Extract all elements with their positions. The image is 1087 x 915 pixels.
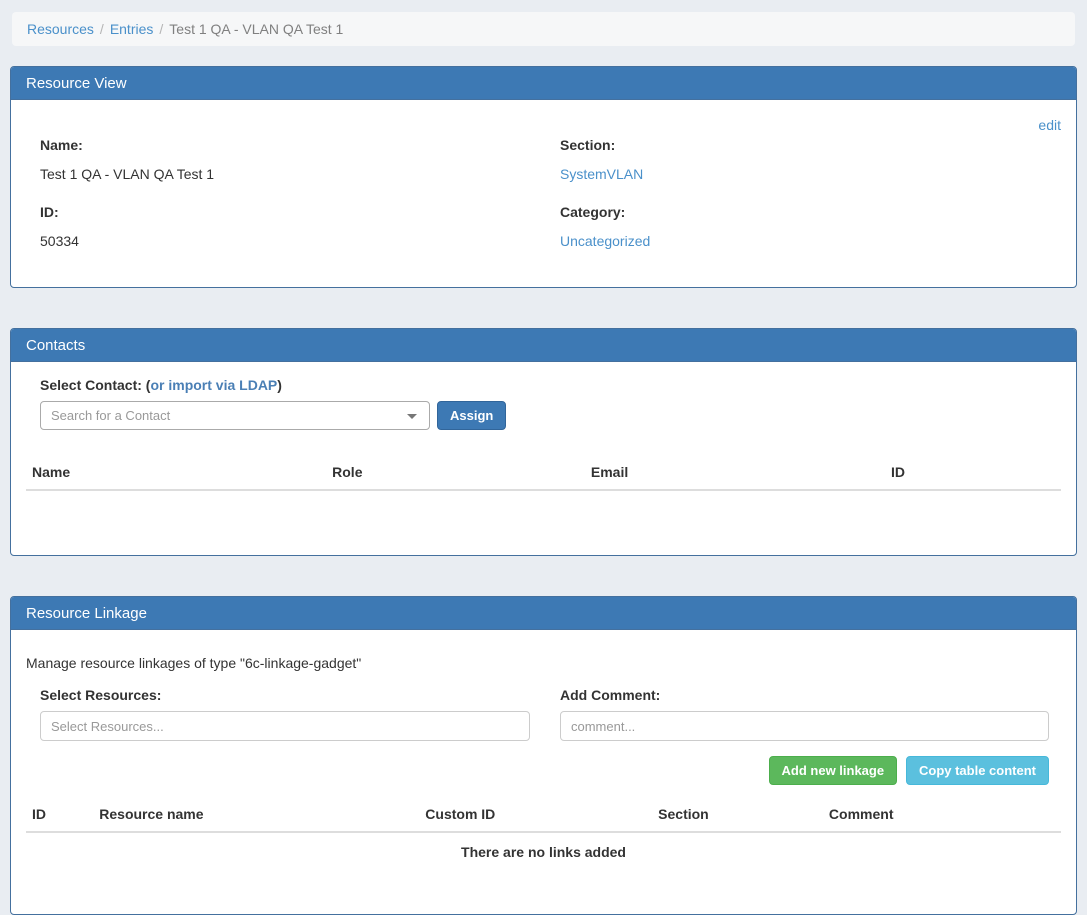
resource-view-panel-title: Resource View xyxy=(11,67,1076,100)
linkage-header-section: Section xyxy=(652,800,823,832)
resource-view-left-column: Name: Test 1 QA - VLAN QA Test 1 ID: 503… xyxy=(40,137,560,249)
contacts-empty-row xyxy=(26,490,1061,510)
resource-linkage-panel: Resource Linkage Manage resource linkage… xyxy=(10,596,1077,915)
name-label: Name: xyxy=(40,137,560,153)
resource-view-right-column: Section: SystemVLAN Category: Uncategori… xyxy=(560,137,1061,249)
contacts-table-header-row: Name Role Email ID xyxy=(26,458,1061,490)
contacts-panel: Contacts Select Contact: (or import via … xyxy=(10,328,1077,556)
contacts-header-role: Role xyxy=(326,458,585,490)
contacts-header-email: Email xyxy=(585,458,885,490)
linkage-table-header-row: ID Resource name Custom ID Section Comme… xyxy=(26,800,1061,832)
section-value-link[interactable]: SystemVLAN xyxy=(560,166,643,182)
linkage-empty-row: There are no links added xyxy=(26,832,1061,886)
breadcrumb: Resources / Entries / Test 1 QA - VLAN QA Te… xyxy=(12,12,1075,46)
breadcrumb-entries-link[interactable]: Entries xyxy=(110,21,154,37)
contacts-header-id: ID xyxy=(885,458,1061,490)
category-value-link[interactable]: Uncategorized xyxy=(560,233,650,249)
contacts-panel-body: Select Contact: (or import via LDAP) Sea… xyxy=(11,362,1076,555)
import-ldap-link[interactable]: or import via LDAP xyxy=(150,377,277,393)
contacts-table: Name Role Email ID xyxy=(26,458,1061,510)
id-value: 50334 xyxy=(40,233,560,249)
contact-search-dropdown[interactable]: Search for a Contact xyxy=(40,401,430,430)
category-label: Category: xyxy=(560,204,1061,220)
linkage-description: Manage resource linkages of type "6c-lin… xyxy=(26,655,1061,671)
chevron-down-icon xyxy=(407,414,417,419)
id-label: ID: xyxy=(40,204,560,220)
linkage-table: ID Resource name Custom ID Section Comme… xyxy=(26,800,1061,886)
no-links-message: There are no links added xyxy=(26,832,1061,886)
add-new-linkage-button[interactable]: Add new linkage xyxy=(769,756,898,785)
copy-table-content-button[interactable]: Copy table content xyxy=(906,756,1049,785)
linkage-header-custom-id: Custom ID xyxy=(419,800,652,832)
edit-link[interactable]: edit xyxy=(1038,117,1061,133)
resource-view-panel: Resource View edit Name: Test 1 QA - VLA… xyxy=(10,66,1077,288)
breadcrumb-separator: / xyxy=(159,21,163,37)
section-label: Section: xyxy=(560,137,1061,153)
comment-input[interactable] xyxy=(560,711,1049,741)
contact-search-placeholder: Search for a Contact xyxy=(51,408,170,423)
add-comment-label: Add Comment: xyxy=(560,687,1049,703)
linkage-header-resource-name: Resource name xyxy=(93,800,419,832)
breadcrumb-separator: / xyxy=(100,21,104,37)
contacts-panel-title: Contacts xyxy=(11,329,1076,362)
assign-button[interactable]: Assign xyxy=(437,401,506,430)
resource-view-panel-body: edit Name: Test 1 QA - VLAN QA Test 1 ID… xyxy=(11,100,1076,287)
contacts-header-name: Name xyxy=(26,458,326,490)
resource-linkage-panel-title: Resource Linkage xyxy=(11,597,1076,630)
select-contact-label-suffix: ) xyxy=(277,377,282,393)
resource-linkage-panel-body: Manage resource linkages of type "6c-lin… xyxy=(11,630,1076,914)
select-contact-label: Select Contact: (or import via LDAP) xyxy=(40,377,1061,393)
select-contact-label-prefix: Select Contact: ( xyxy=(40,377,150,393)
breadcrumb-resources-link[interactable]: Resources xyxy=(27,21,94,37)
select-resources-input[interactable] xyxy=(40,711,530,741)
linkage-header-id: ID xyxy=(26,800,93,832)
select-resources-label: Select Resources: xyxy=(40,687,530,703)
name-value: Test 1 QA - VLAN QA Test 1 xyxy=(40,166,560,182)
linkage-header-comment: Comment xyxy=(823,800,1061,832)
breadcrumb-current-page: Test 1 QA - VLAN QA Test 1 xyxy=(169,21,343,37)
